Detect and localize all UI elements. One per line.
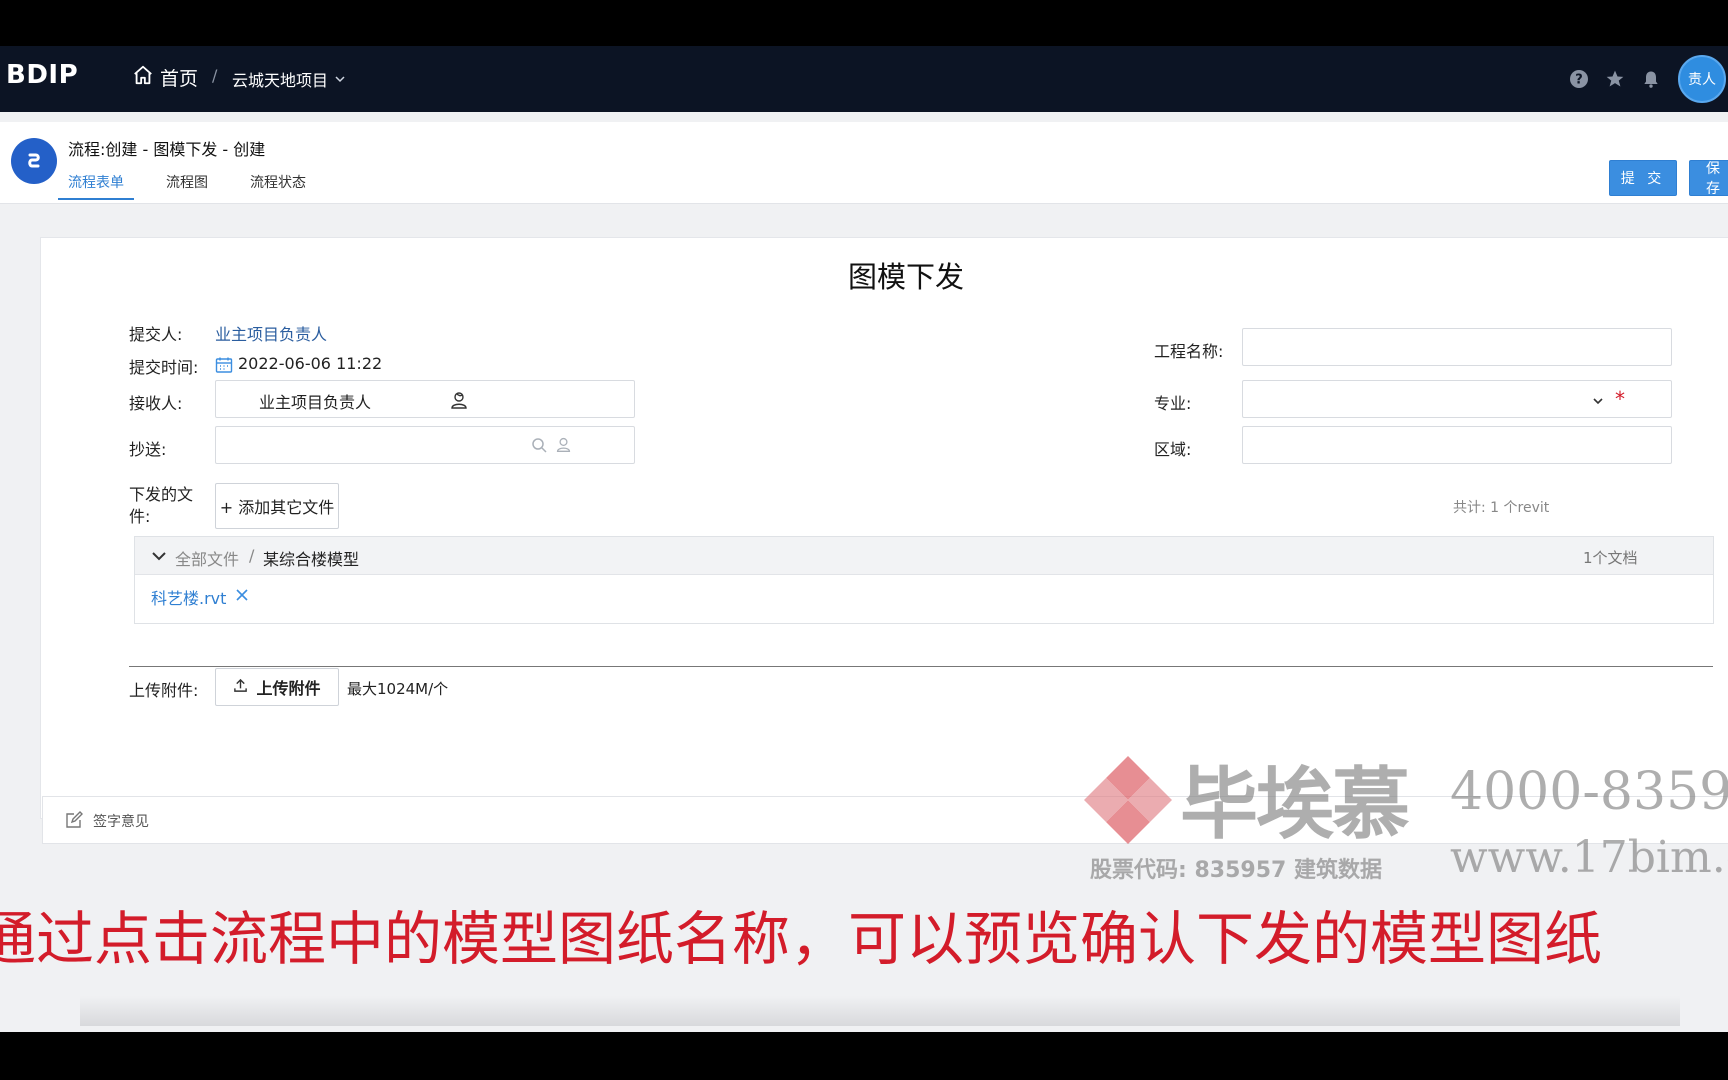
files-breadcrumb-current: 某综合楼模型 (263, 550, 360, 569)
area-label: 区域: (1154, 440, 1192, 459)
submit-time-value: 2022-06-06 11:22 (238, 354, 383, 373)
video-letterbox-top (0, 0, 1728, 46)
search-icon[interactable] (531, 437, 547, 457)
project-label: 云城天地项目 (232, 71, 329, 90)
watermark-phone: 4000-8359 (1450, 762, 1728, 822)
section-divider (129, 666, 1713, 667)
video-letterbox-bottom (0, 1032, 1728, 1080)
watermark-brand: 毕埃慕 (1180, 759, 1410, 850)
add-files-button[interactable]: + 添加其它文件 (215, 483, 339, 529)
user-avatar[interactable]: 责人 (1678, 55, 1726, 103)
chevron-down-icon[interactable] (151, 548, 167, 567)
home-icon (132, 64, 154, 91)
process-tabs: 流程表单 流程图 流程状态 (58, 166, 338, 200)
files-count: 1个文档 (1583, 549, 1638, 567)
discipline-label: 专业: (1154, 394, 1192, 413)
breadcrumb-home[interactable]: 首页 (132, 64, 198, 91)
star-icon[interactable] (1604, 68, 1626, 90)
form-card: 图模下发 提交人: 业主项目负责人 提交时间: 2022-06-06 11:22… (40, 237, 1728, 819)
breadcrumb-separator: / (212, 66, 218, 85)
top-navbar: BDIP 首页 / 云城天地项目 ? 责人 (0, 46, 1728, 112)
tab-form[interactable]: 流程表单 (58, 166, 134, 200)
upload-button-label: 上传附件 (256, 679, 321, 698)
nav-actions: ? (1568, 68, 1662, 90)
submitter-label: 提交人: (129, 325, 183, 344)
home-label: 首页 (160, 68, 199, 90)
upload-hint: 最大1024M/个 (347, 680, 449, 698)
app-window: BDIP 首页 / 云城天地项目 ? 责人 流程:创建 - 图模下发 - 创建 … (0, 46, 1728, 1032)
user-picker-icon[interactable] (555, 436, 572, 457)
project-name-field[interactable] (1242, 328, 1672, 366)
app-logo[interactable]: BDIP (6, 60, 78, 90)
area-field[interactable] (1242, 426, 1672, 464)
submitter-value[interactable]: 业主项目负责人 (215, 321, 327, 345)
svg-text:?: ? (1575, 73, 1583, 88)
file-link[interactable]: 科艺楼.rvt (151, 585, 226, 609)
chevron-down-icon (334, 70, 346, 89)
watermark-url: www.17bim.c (1450, 832, 1728, 883)
tab-flowchart[interactable]: 流程图 (156, 166, 218, 200)
files-breadcrumb-separator: / (249, 546, 255, 565)
receiver-label: 接收人: (129, 394, 183, 413)
save-button[interactable]: 保 存 (1689, 160, 1728, 197)
bell-icon[interactable] (1640, 68, 1662, 90)
files-panel: 全部文件 / 某综合楼模型 1个文档 科艺楼.rvt (134, 536, 1714, 624)
cc-label: 抄送: (129, 440, 167, 459)
required-mark: * (1615, 387, 1625, 411)
calendar-icon (215, 356, 233, 378)
process-title: 流程:创建 - 图模下发 - 创建 (68, 140, 266, 159)
chevron-down-icon (1592, 392, 1604, 411)
receiver-value: 业主项目负责人 (259, 393, 372, 412)
user-picker-icon[interactable] (449, 390, 469, 414)
cc-field[interactable] (215, 426, 635, 464)
tab-status[interactable]: 流程状态 (240, 166, 316, 200)
discipline-select[interactable]: * (1242, 380, 1672, 418)
submit-button[interactable]: 提 交 (1609, 160, 1677, 196)
help-icon[interactable]: ? (1568, 68, 1590, 90)
watermark-stock: 股票代码: 835957 建筑数据 (1090, 858, 1382, 883)
submit-time-label: 提交时间: (129, 358, 199, 377)
form-title: 图模下发 (847, 260, 964, 294)
edit-icon (65, 811, 83, 833)
remove-file-icon[interactable] (235, 587, 249, 606)
caption-shadow (80, 996, 1680, 1026)
files-total: 共计: 1 个revit (1453, 500, 1550, 516)
process-header: 流程:创建 - 图模下发 - 创建 流程表单 流程图 流程状态 提 交 保 存 (0, 122, 1728, 204)
upload-button[interactable]: 上传附件 (215, 668, 339, 706)
files-panel-header: 全部文件 / 某综合楼模型 1个文档 (135, 537, 1713, 575)
upload-icon (233, 678, 248, 697)
files-label: 下发的文件: (129, 485, 194, 526)
sign-opinion-label: 签字意见 (93, 814, 149, 830)
project-name-label: 工程名称: (1154, 342, 1224, 361)
upload-label: 上传附件: (129, 681, 199, 700)
brand-watermark: 毕埃慕 4000-8359 股票代码: 835957 建筑数据 www.17bi… (1080, 748, 1728, 908)
watermark-logo-icon (1084, 756, 1172, 844)
files-breadcrumb-root[interactable]: 全部文件 (175, 546, 239, 570)
receiver-field[interactable]: 业主项目负责人 (215, 380, 635, 418)
project-selector[interactable]: 云城天地项目 (232, 67, 346, 91)
process-icon (11, 138, 57, 184)
video-caption: 通过点击流程中的模型图纸名称，可以预览确认下发的模型图纸 (0, 905, 1603, 973)
